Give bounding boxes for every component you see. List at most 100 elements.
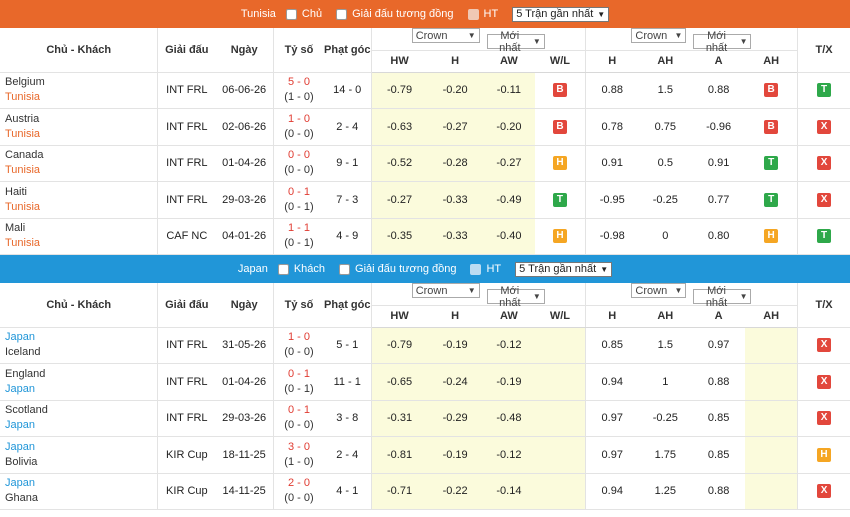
corners-cell: 4 - 1 <box>323 473 372 510</box>
wl-cell: H <box>535 218 586 255</box>
a-cell: -0.96 <box>691 108 746 146</box>
away-team[interactable]: Tunisia <box>5 200 157 215</box>
home-team[interactable]: Japan <box>5 476 157 491</box>
chevron-down-icon: ▼ <box>674 31 683 41</box>
col-corners: Phạt góc <box>323 283 372 328</box>
a-cell: 0.80 <box>691 218 746 255</box>
table-row[interactable]: Japan Ghana KIR Cup 14-11-25 2 - 0 (0 - 0) 4 -… <box>0 473 850 510</box>
table-row[interactable]: Scotland Japan INT FRL 29-03-26 0 - 1 (0 - 0)… <box>0 400 850 437</box>
chevron-down-icon: ▼ <box>532 37 541 47</box>
half-time-score: (0 - 0) <box>284 346 314 359</box>
same-league-checkbox-label: Giải đấu tương đồng <box>352 8 454 20</box>
hw-cell: -0.81 <box>370 436 428 474</box>
score-cell: 1 - 0 (0 - 0) <box>273 108 324 146</box>
same-league-checkbox-japan[interactable] <box>339 263 351 275</box>
col-wl: W/L <box>535 305 586 328</box>
away-team[interactable]: Iceland <box>5 345 157 360</box>
away-team[interactable]: Bolivia <box>5 455 157 470</box>
ah2-badge: T <box>764 156 779 171</box>
tunisia-filter-bar: Tunisia Chủ Giải đấu tương đồng HT 5 Trậ… <box>0 0 850 28</box>
aw-cell: -0.11 <box>482 72 536 109</box>
bookmaker-select-japan[interactable]: Crown ▼ <box>411 283 480 299</box>
table-row[interactable]: Austria Tunisia INT FRL 02-06-26 1 - 0 (0 - 0… <box>0 108 850 146</box>
home-team[interactable]: Japan <box>5 440 157 455</box>
away-team[interactable]: Tunisia <box>5 163 157 178</box>
japan-filter-bar: Japan Khách Giải đấu tương đồng HT 5 Trậ… <box>0 255 850 283</box>
table-row[interactable]: Haiti Tunisia INT FRL 29-03-26 0 - 1 (0 - 1) 7… <box>0 181 850 219</box>
table-row[interactable]: Canada Tunisia INT FRL 01-04-26 0 - 0 (0 - 0)… <box>0 145 850 182</box>
time-select[interactable]: Mới nhất ▼ <box>486 30 545 54</box>
home-team[interactable]: Mali <box>5 221 157 236</box>
time-select-2[interactable]: Mới nhất ▼ <box>693 30 752 54</box>
hw-cell: -0.79 <box>370 327 428 364</box>
half-time-score: (0 - 1) <box>284 382 314 395</box>
teams-cell: Mali Tunisia <box>0 218 158 255</box>
away-team[interactable]: Tunisia <box>5 127 157 142</box>
home-checkbox[interactable] <box>285 8 297 20</box>
bookmaker-select[interactable]: Crown ▼ <box>411 28 480 44</box>
ah2-badge: T <box>764 192 779 207</box>
away-checkbox[interactable] <box>277 263 289 275</box>
hw-cell: -0.79 <box>370 72 428 109</box>
away-team[interactable]: Tunisia <box>5 236 157 251</box>
table-row[interactable]: Japan Bolivia KIR Cup 18-11-25 3 - 0 (1 - 0) 2… <box>0 436 850 474</box>
ah-cell: 0.75 <box>638 108 692 146</box>
home-checkbox-label: Chủ <box>301 8 323 20</box>
ah-cell: 1.75 <box>638 436 692 474</box>
table-row[interactable]: England Japan INT FRL 01-04-26 0 - 1 (0 - 1) 1… <box>0 363 850 401</box>
home-team[interactable]: Canada <box>5 148 157 163</box>
table-row[interactable]: Mali Tunisia CAF NC 04-01-26 1 - 1 (0 - 1) 4 -… <box>0 218 850 255</box>
table-row[interactable]: Japan Iceland INT FRL 31-05-26 1 - 0 (0 - 0) 5… <box>0 327 850 364</box>
away-team[interactable]: Tunisia <box>5 90 157 105</box>
time-select-japan[interactable]: Mới nhất ▼ <box>486 285 545 309</box>
time-select-japan-2[interactable]: Mới nhất ▼ <box>693 285 752 309</box>
teams-cell: Belgium Tunisia <box>0 72 158 109</box>
tx-cell: X <box>797 108 850 146</box>
full-time-score: 0 - 1 <box>287 367 310 380</box>
hw-cell: -0.65 <box>370 363 428 401</box>
full-time-score: 1 - 0 <box>287 331 310 344</box>
recent-matches-select-japan[interactable]: 5 Trận gần nhất ▼ <box>515 261 613 277</box>
teams-cell: Canada Tunisia <box>0 145 158 182</box>
tunisia-section: Tunisia Chủ Giải đấu tương đồng HT 5 Trậ… <box>0 0 850 255</box>
ah2-cell: T <box>745 145 798 182</box>
bookmaker-select-japan-2[interactable]: Crown ▼ <box>631 283 687 299</box>
hw-cell: -0.71 <box>370 473 428 510</box>
same-league-checkbox[interactable] <box>336 8 348 20</box>
wl-cell: T <box>535 181 586 219</box>
japan-section: Japan Khách Giải đấu tương đồng HT 5 Trậ… <box>0 255 850 510</box>
wl-badge: H <box>552 156 567 171</box>
score-cell: 0 - 0 (0 - 0) <box>273 145 324 182</box>
h2-cell: -0.95 <box>584 181 639 219</box>
col-tx: T/X <box>797 28 850 73</box>
recent-matches-select[interactable]: 5 Trận gần nhất ▼ <box>512 6 610 22</box>
home-team[interactable]: England <box>5 367 157 382</box>
date-cell: 04-01-26 <box>215 218 274 255</box>
league-cell: INT FRL <box>157 327 216 364</box>
ah-cell: 0.5 <box>638 145 692 182</box>
away-team[interactable]: Ghana <box>5 491 157 506</box>
home-team[interactable]: Scotland <box>5 403 157 418</box>
japan-table: Chủ - Khách Giải đấu Ngày Tỷ số Phạt góc… <box>0 283 850 510</box>
chevron-down-icon: ▼ <box>674 286 683 296</box>
ht-checkbox-japan[interactable] <box>470 263 482 275</box>
score-cell: 0 - 1 (0 - 1) <box>273 181 324 219</box>
home-team[interactable]: Belgium <box>5 75 157 90</box>
home-team[interactable]: Japan <box>5 330 157 345</box>
home-team[interactable]: Haiti <box>5 185 157 200</box>
corners-cell: 11 - 1 <box>323 363 372 401</box>
date-cell: 29-03-26 <box>215 181 274 219</box>
tx-badge: X <box>817 192 832 207</box>
aw-cell: -0.27 <box>482 145 536 182</box>
col-ah: AH <box>638 50 692 73</box>
col-hw: HW <box>370 50 428 73</box>
col-hw: HW <box>370 305 428 328</box>
home-team[interactable]: Austria <box>5 112 157 127</box>
table-row[interactable]: Belgium Tunisia INT FRL 06-06-26 5 - 0 (1 - 0… <box>0 72 850 109</box>
bookmaker-select-2[interactable]: Crown ▼ <box>631 28 687 44</box>
aw-cell: -0.49 <box>482 181 536 219</box>
away-team[interactable]: Japan <box>5 418 157 433</box>
teams-cell: England Japan <box>0 363 158 401</box>
away-team[interactable]: Japan <box>5 382 157 397</box>
ht-checkbox[interactable] <box>467 8 479 20</box>
